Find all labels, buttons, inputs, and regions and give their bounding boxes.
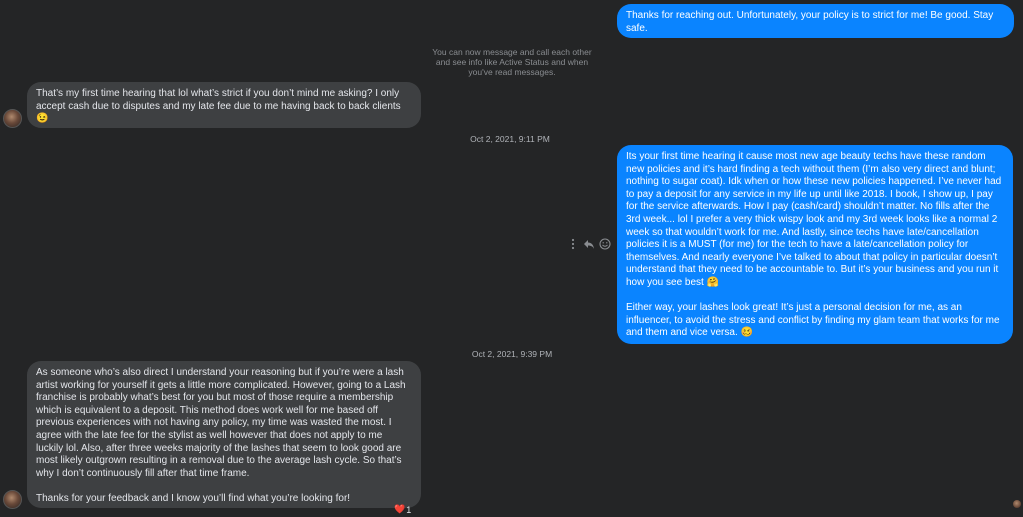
seen-avatar xyxy=(1013,500,1021,508)
incoming-message[interactable]: As someone who’s also direct I understan… xyxy=(27,361,421,508)
outgoing-message[interactable]: Thanks for reaching out. Unfortunately, … xyxy=(617,4,1014,38)
system-notice: You can now message and call each other … xyxy=(432,47,592,77)
timestamp: Oct 2, 2021, 9:11 PM xyxy=(470,134,550,144)
timestamp: Oct 2, 2021, 9:39 PM xyxy=(471,349,553,359)
reaction-badge[interactable]: ❤️ 1 xyxy=(394,504,411,515)
emoji-icon[interactable] xyxy=(599,238,611,250)
contact-avatar[interactable] xyxy=(3,490,22,509)
contact-avatar[interactable] xyxy=(3,109,22,128)
incoming-message[interactable]: That’s my first time hearing that lol wh… xyxy=(27,82,421,128)
reply-icon[interactable] xyxy=(583,238,595,250)
outgoing-message[interactable]: Its your first time hearing it cause mos… xyxy=(617,145,1013,344)
reaction-count: 1 xyxy=(406,504,412,515)
heart-icon: ❤️ xyxy=(394,504,406,514)
more-icon[interactable] xyxy=(567,238,579,250)
